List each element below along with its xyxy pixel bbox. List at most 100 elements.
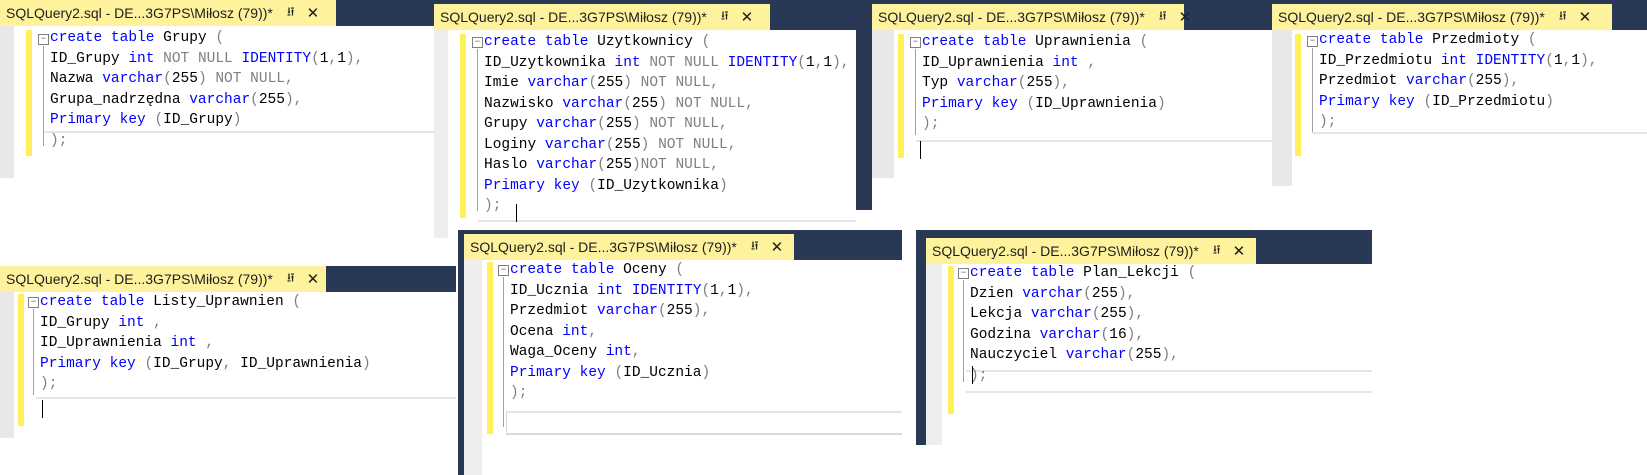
- document-tab[interactable]: SQLQuery2.sql - DE...3G7PS\Miłosz (79))*…: [872, 4, 1191, 30]
- sql-keyword: int: [1052, 54, 1079, 71]
- document-tab[interactable]: SQLQuery2.sql - DE...3G7PS\Miłosz (79))*…: [434, 4, 770, 30]
- code-line[interactable]: );: [40, 374, 371, 395]
- code-line[interactable]: Primary key (ID_Grupy): [50, 110, 363, 131]
- sql-keyword: create: [484, 34, 537, 50]
- collapse-icon[interactable]: −: [472, 37, 483, 48]
- collapse-icon[interactable]: −: [38, 34, 49, 45]
- code-line[interactable]: ID_Uzytkownika int NOT NULL IDENTITY(1,1…: [484, 53, 850, 74]
- code-line[interactable]: Primary key (ID_Ucznia): [510, 363, 754, 384]
- code-line[interactable]: Typ varchar(255),: [922, 73, 1166, 94]
- document-tab[interactable]: SQLQuery2.sql - DE...3G7PS\Miłosz (79))*…: [464, 234, 794, 260]
- collapse-icon[interactable]: −: [1307, 36, 1318, 47]
- sql-punctuation: ): [232, 112, 242, 128]
- sql-text: ID_Uprawnienia: [40, 335, 171, 351]
- code-editor[interactable]: create table Listy_Uprawnien (ID_Grupy i…: [40, 292, 371, 395]
- code-editor[interactable]: create table Uprawnienia (ID_Uprawnienia…: [922, 32, 1166, 135]
- code-editor[interactable]: create table Oceny (ID_Ucznia int IDENTI…: [510, 260, 754, 404]
- code-line[interactable]: );: [50, 131, 363, 152]
- pin-icon[interactable]: ⭿: [1559, 7, 1567, 28]
- collapse-icon[interactable]: −: [910, 37, 921, 48]
- sql-punctuation: (: [701, 34, 711, 50]
- sql-punctuation: (: [623, 95, 632, 112]
- pin-icon[interactable]: ⭿: [287, 269, 295, 290]
- document-tab[interactable]: SQLQuery2.sql - DE...3G7PS\Miłosz (79))*…: [1272, 4, 1612, 30]
- code-line[interactable]: Primary key (ID_Uzytkownika): [484, 176, 850, 197]
- code-line[interactable]: Imie varchar(255) NOT NULL,: [484, 73, 850, 94]
- code-line[interactable]: create table Grupy (: [50, 28, 363, 49]
- sql-text: ID_Przedmiotu: [1319, 52, 1441, 69]
- code-line[interactable]: Primary key (ID_Grupy, ID_Uprawnienia): [40, 354, 371, 375]
- code-line[interactable]: Przedmiot varchar(255),: [510, 301, 754, 322]
- code-line[interactable]: create table Oceny (: [510, 260, 754, 281]
- code-line[interactable]: Nauczyciel varchar(255),: [970, 345, 1196, 366]
- code-line[interactable]: ID_Grupy int ,: [40, 313, 371, 334]
- code-line[interactable]: Grupy varchar(255) NOT NULL,: [484, 114, 850, 135]
- pin-icon[interactable]: ⭿: [1159, 7, 1167, 28]
- close-icon[interactable]: ✕: [771, 238, 784, 256]
- code-line[interactable]: ID_Uprawnienia int ,: [922, 53, 1166, 74]
- code-line[interactable]: create table Uzytkownicy (: [484, 32, 850, 53]
- code-line[interactable]: );: [970, 366, 1196, 387]
- code-line[interactable]: create table Listy_Uprawnien (: [40, 292, 371, 313]
- code-line[interactable]: );: [922, 114, 1166, 135]
- document-tab[interactable]: SQLQuery2.sql - DE...3G7PS\Miłosz (79))*…: [0, 266, 326, 292]
- collapse-icon[interactable]: −: [958, 268, 969, 279]
- sql-text: 255: [605, 157, 632, 173]
- code-line[interactable]: Ocena int,: [510, 322, 754, 343]
- sql-text: Typ: [922, 75, 957, 91]
- close-icon[interactable]: ✕: [307, 4, 320, 22]
- tab-title: SQLQuery2.sql - DE...3G7PS\Miłosz (79))*: [878, 9, 1145, 25]
- close-icon[interactable]: ✕: [741, 8, 754, 26]
- code-line[interactable]: Nazwa varchar(255) NOT NULL,: [50, 69, 363, 90]
- code-editor[interactable]: create table Przedmioty (ID_Przedmiotu i…: [1319, 30, 1597, 133]
- code-editor[interactable]: create table Grupy (ID_Grupy int NOT NUL…: [50, 28, 363, 151]
- code-line[interactable]: Dzien varchar(255),: [970, 284, 1196, 305]
- sql-keyword: table: [1379, 32, 1424, 48]
- sql-constraint: NOT NULL: [215, 71, 285, 87]
- code-line[interactable]: Przedmiot varchar(255),: [1319, 71, 1597, 92]
- collapse-icon[interactable]: −: [28, 297, 39, 308]
- pin-icon[interactable]: ⭿: [287, 3, 295, 24]
- code-line[interactable]: ID_Uprawnienia int ,: [40, 333, 371, 354]
- sql-constraint: NOT NULL: [640, 75, 711, 91]
- code-line[interactable]: Loginy varchar(255) NOT NULL,: [484, 135, 850, 156]
- code-line[interactable]: Waga_Oceny int,: [510, 342, 754, 363]
- code-line[interactable]: ID_Przedmiotu int IDENTITY(1,1),: [1319, 51, 1597, 72]
- close-icon[interactable]: ✕: [1233, 242, 1246, 260]
- code-line[interactable]: );: [1319, 112, 1597, 133]
- code-line[interactable]: Godzina varchar(16),: [970, 325, 1196, 346]
- code-line[interactable]: );: [484, 196, 850, 217]
- sql-punctuation: ),: [345, 50, 364, 67]
- document-tab[interactable]: SQLQuery2.sql - DE...3G7PS\Miłosz (79))*…: [0, 0, 336, 26]
- code-line[interactable]: Primary key (ID_Uprawnienia): [922, 94, 1166, 115]
- tab-title: SQLQuery2.sql - DE...3G7PS\Miłosz (79))*: [470, 239, 737, 255]
- code-line[interactable]: create table Przedmioty (: [1319, 30, 1597, 51]
- close-icon[interactable]: ✕: [1179, 8, 1192, 26]
- sql-keyword: varchar: [1406, 73, 1467, 89]
- code-line[interactable]: Haslo varchar(255)NOT NULL,: [484, 155, 850, 176]
- sql-keyword: int: [605, 344, 632, 360]
- document-tab[interactable]: SQLQuery2.sql - DE...3G7PS\Miłosz (79))*…: [926, 238, 1256, 264]
- pin-icon[interactable]: ⭿: [1213, 241, 1221, 262]
- code-line[interactable]: Nazwisko varchar(255) NOT NULL,: [484, 94, 850, 115]
- code-editor[interactable]: create table Plan_Lekcji (Dzien varchar(…: [970, 263, 1196, 386]
- sql-keyword: Primary: [50, 112, 111, 128]
- code-line[interactable]: create table Plan_Lekcji (: [970, 263, 1196, 284]
- code-line[interactable]: Grupa_nadrzędna varchar(255),: [50, 90, 363, 111]
- code-line[interactable]: );: [510, 383, 754, 404]
- code-line[interactable]: ID_Ucznia int IDENTITY(1,1),: [510, 281, 754, 302]
- close-icon[interactable]: ✕: [307, 270, 320, 288]
- sql-punctuation: (: [1423, 93, 1433, 110]
- code-line[interactable]: ID_Grupy int NOT NULL IDENTITY(1,1),: [50, 49, 363, 70]
- pin-icon[interactable]: ⭿: [751, 237, 759, 258]
- code-line[interactable]: Primary key (ID_Przedmiotu): [1319, 92, 1597, 113]
- close-icon[interactable]: ✕: [1579, 8, 1592, 26]
- code-line[interactable]: Lekcja varchar(255),: [970, 304, 1196, 325]
- code-editor[interactable]: create table Uzytkownicy (ID_Uzytkownika…: [484, 32, 850, 217]
- pin-icon[interactable]: ⭿: [721, 7, 729, 28]
- code-line[interactable]: create table Uprawnienia (: [922, 32, 1166, 53]
- sql-punctuation: ): [658, 95, 667, 112]
- collapse-icon[interactable]: −: [498, 265, 509, 276]
- sql-keyword: table: [100, 294, 145, 310]
